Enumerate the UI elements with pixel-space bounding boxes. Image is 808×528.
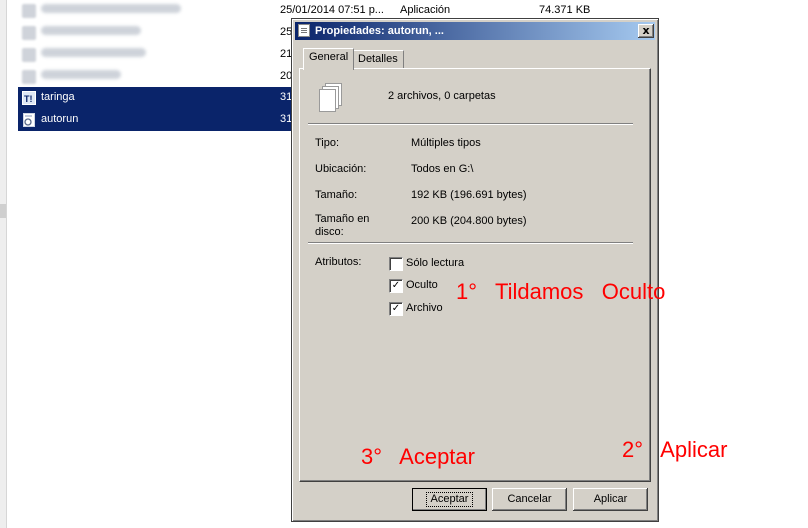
separator: [308, 123, 633, 125]
exe-icon: T!: [22, 91, 36, 105]
accept-button-label: Aceptar: [425, 492, 474, 507]
oculto-checkbox[interactable]: ✓: [389, 279, 403, 293]
file-row[interactable]: [18, 0, 308, 22]
svg-text:T!: T!: [24, 94, 33, 104]
apply-button[interactable]: Aplicar: [573, 488, 648, 511]
annotation-step3: 3° Aceptar: [361, 444, 475, 469]
dialog-titlebar[interactable]: Propiedades: autorun, ... x: [295, 22, 655, 40]
archivo-label: Archivo: [406, 302, 443, 314]
tab-general[interactable]: General: [303, 48, 355, 70]
accept-button[interactable]: Aceptar: [412, 488, 487, 511]
tamano-value: 192 KB (196.691 bytes): [411, 189, 527, 201]
file-name-blurred: [41, 4, 181, 16]
file-name: autorun: [41, 113, 79, 125]
file-name: taringa: [41, 91, 75, 103]
solo-lectura-label: Sólo lectura: [406, 257, 465, 269]
tamano-disco-label-2: disco:: [315, 226, 344, 238]
ubicacion-label: Ubicación:: [315, 163, 367, 175]
oculto-label: Oculto: [406, 279, 438, 291]
cancel-button[interactable]: Cancelar: [492, 488, 567, 511]
file-date: 25/01/2014 07:51 p...: [280, 4, 384, 16]
file-icon: [22, 4, 36, 18]
summary-text: 2 archivos, 0 carpetas: [388, 90, 496, 102]
file-row[interactable]: 20: [18, 66, 308, 88]
file-name-blurred: [41, 48, 146, 60]
annotation-step1: 1° Tildamos Oculto: [456, 279, 666, 304]
document-icon: [298, 24, 310, 37]
explorer-left-edge: [0, 0, 7, 528]
file-icon: [22, 70, 36, 84]
multiple-files-icon: [316, 82, 346, 116]
tamano-disco-label: Tamaño en: [315, 213, 370, 225]
tamano-disco-value: 200 KB (204.800 bytes): [411, 215, 527, 227]
ubicacion-value: Todos en G:\: [411, 163, 474, 175]
tipo-label: Tipo:: [315, 137, 340, 149]
file-name-blurred: [41, 26, 141, 38]
file-row-selected[interactable]: T! taringa 31: [18, 87, 308, 109]
tipo-value: Múltiples tipos: [411, 137, 481, 149]
file-size: 74.371 KB: [539, 4, 591, 16]
settings-file-icon: [22, 113, 36, 127]
annotation-step2: 2° Aplicar: [622, 437, 728, 462]
file-icon: [22, 48, 36, 62]
general-tab-panel: [299, 68, 651, 482]
scroll-tick: [0, 204, 6, 218]
tab-detalles[interactable]: Detalles: [352, 50, 404, 69]
file-row[interactable]: 25: [18, 22, 308, 44]
close-button[interactable]: x: [638, 24, 654, 38]
atributos-label: Atributos:: [315, 256, 362, 268]
file-row-selected[interactable]: autorun 31: [18, 109, 308, 131]
solo-lectura-checkbox[interactable]: [389, 257, 403, 271]
file-row[interactable]: 21: [18, 44, 308, 66]
archivo-checkbox[interactable]: ✓: [389, 302, 403, 316]
file-type: Aplicación: [400, 4, 451, 16]
file-icon: [22, 26, 36, 40]
dialog-title: Propiedades: autorun, ...: [315, 25, 444, 37]
separator: [308, 242, 633, 244]
file-name-blurred: [41, 70, 121, 82]
properties-dialog: Propiedades: autorun, ... x General Deta…: [291, 18, 659, 522]
tamano-label: Tamaño:: [315, 189, 358, 201]
